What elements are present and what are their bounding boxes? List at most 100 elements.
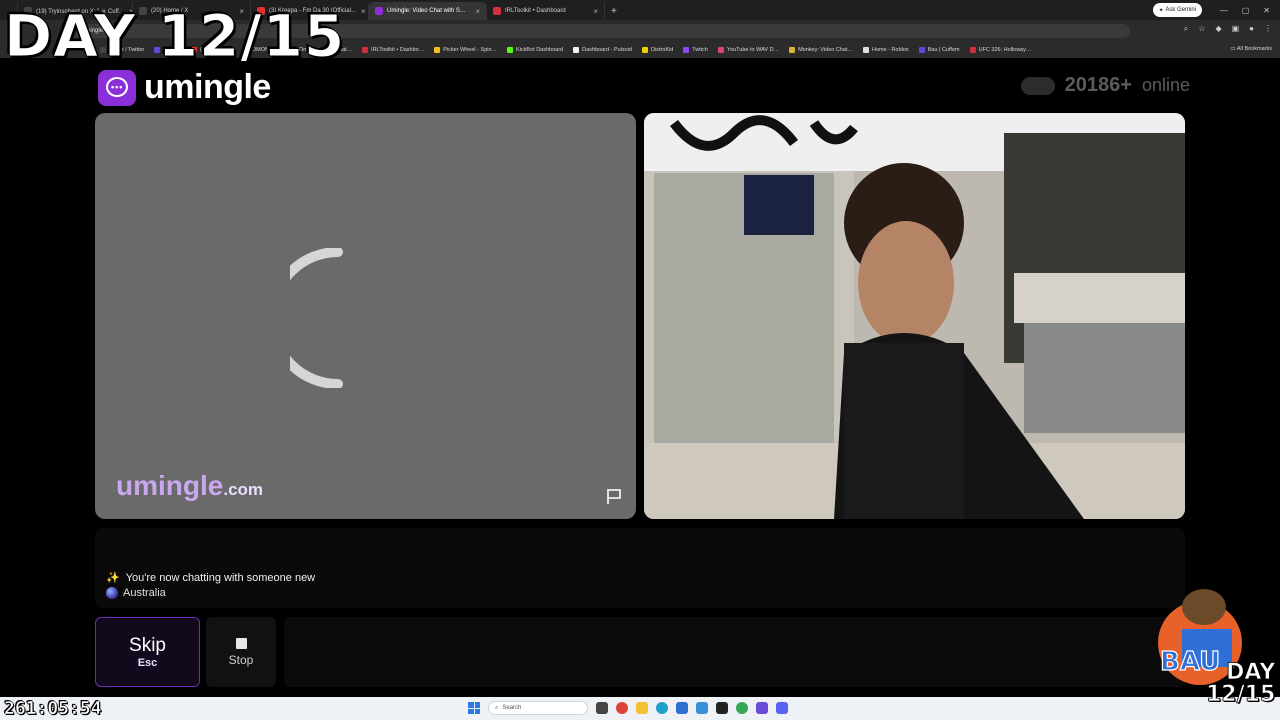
search-label: Search: [502, 705, 522, 711]
ask-gemini-label: Ask Gemini: [1165, 7, 1196, 13]
bookmark-item[interactable]: Picker Wheel - Spin…: [434, 46, 498, 53]
bookmark-icon: [434, 46, 441, 53]
badge-day-text: DAY 12/15: [1206, 660, 1276, 707]
watermark-domain: .com: [223, 480, 264, 499]
umingle-icon: [375, 7, 383, 15]
online-label: online: [1141, 75, 1190, 95]
window-controls: — ▢ ✕: [1220, 0, 1280, 20]
app-icon[interactable]: [756, 702, 768, 714]
tab-label: IRLToolkit • Dashboard: [505, 8, 566, 14]
watermark-name: umingle: [116, 470, 224, 501]
loading-spinner-icon: [290, 248, 343, 388]
close-icon[interactable]: ×: [593, 7, 598, 16]
bookmark-icon: [969, 46, 976, 53]
umingle-logo[interactable]: ••• umingle: [98, 68, 271, 107]
online-indicator: 20186+ online: [1020, 74, 1190, 97]
close-icon[interactable]: ×: [475, 7, 480, 16]
bookmark-item[interactable]: Dashboard - Pulsoid: [573, 46, 632, 53]
bookmark-icon: [918, 46, 925, 53]
bookmark-icon: [683, 46, 690, 53]
extensions-puzzle-icon[interactable]: ▣: [1232, 24, 1240, 34]
badge-day-label: DAY: [1226, 660, 1276, 685]
badge-day-count: 12/15: [1206, 682, 1276, 707]
bookmark-item[interactable]: DistroKid: [641, 46, 674, 53]
stranger-country: Australia: [106, 587, 166, 599]
zoom-icon[interactable]: ⌕: [1184, 24, 1188, 34]
bookmark-item[interactable]: Monkey: Video Chat…: [789, 46, 853, 53]
day-counter-overlay: DAY 12/15: [3, 2, 346, 70]
extension-icon[interactable]: ◆: [1215, 24, 1221, 34]
bookmark-label: Bau | Cuffem: [927, 46, 960, 53]
ask-gemini-button[interactable]: ✦ Ask Gemini: [1152, 3, 1202, 17]
bookmark-item[interactable]: YouTube to WAV D…: [717, 46, 779, 53]
theme-toggle[interactable]: [1020, 76, 1055, 95]
taskbar-search[interactable]: ⌕ Search: [488, 701, 588, 715]
chat-log: [95, 528, 1185, 608]
self-camera-video: [644, 113, 1185, 519]
irltoolkit-icon: [493, 7, 501, 15]
bookmark-icon: [641, 46, 648, 53]
skip-label: Skip: [129, 635, 166, 656]
skip-button[interactable]: Skip Esc: [95, 617, 200, 687]
app-icon[interactable]: [676, 702, 688, 714]
sparkles-icon: ✨: [106, 572, 120, 584]
bookmark-star-icon[interactable]: ☆: [1198, 24, 1205, 34]
all-bookmarks-label: All Bookmarks: [1236, 46, 1272, 52]
chat-status-message: ✨ You're now chatting with someone new: [106, 571, 316, 585]
bookmark-label: Dashboard - Pulsoid: [582, 46, 632, 53]
logo-text: umingle: [144, 68, 271, 106]
online-count: 20186+: [1064, 74, 1132, 96]
bookmark-label: Home - Roblox: [872, 46, 909, 53]
app-icon[interactable]: [716, 702, 728, 714]
message-input[interactable]: [284, 617, 1185, 687]
file-explorer-icon[interactable]: [636, 702, 648, 714]
neon-sign: [744, 175, 814, 235]
bookmark-item[interactable]: IRLToolkit • Dashbo…: [362, 46, 425, 53]
bookmark-label: IRLToolkit • Dashbo…: [371, 46, 425, 53]
sparkle-icon: ✦: [1158, 7, 1166, 14]
windows-start-icon[interactable]: [468, 702, 480, 714]
bookmark-icon: [362, 46, 369, 53]
globe-icon: [106, 587, 118, 599]
tab-5[interactable]: IRLToolkit • Dashboard ×: [487, 2, 605, 20]
edge-icon[interactable]: [656, 702, 668, 714]
close-window-icon[interactable]: ✕: [1263, 6, 1270, 15]
report-flag-icon[interactable]: [605, 487, 623, 505]
bookmark-label: Monkey: Video Chat…: [798, 46, 853, 53]
bookmark-label: UFC 326: Holloway…: [978, 46, 1032, 53]
discord-icon[interactable]: [776, 702, 788, 714]
tab-label: Umingle: Video Chat with S…: [387, 8, 466, 14]
bookmark-icon: [507, 46, 514, 53]
bookmark-item[interactable]: KickBot Dashboard: [507, 46, 564, 53]
skip-shortcut: Esc: [137, 657, 158, 669]
bookmark-icon: [789, 46, 796, 53]
bookmark-item[interactable]: Bau | Cuffem: [918, 46, 960, 53]
profile-avatar[interactable]: ●: [1249, 24, 1254, 34]
tab-umingle[interactable]: Umingle: Video Chat with S… ×: [369, 2, 487, 20]
bookmark-item[interactable]: UFC 326: Holloway…: [969, 46, 1032, 53]
bookmark-label: Picker Wheel - Spin…: [443, 46, 498, 53]
bookmark-label: KickBot Dashboard: [516, 46, 564, 53]
new-tab-button[interactable]: +: [605, 2, 623, 20]
bookmark-item[interactable]: Twitch: [683, 46, 708, 53]
stream-timer: 261:05:54: [4, 698, 102, 720]
chat-bubble-icon: •••: [98, 69, 136, 106]
minimize-icon[interactable]: —: [1220, 6, 1228, 15]
stop-label: Stop: [228, 652, 254, 667]
stop-icon: [235, 637, 247, 649]
chrome-icon[interactable]: [736, 702, 748, 714]
umingle-watermark: umingle.com: [116, 470, 263, 502]
bookmark-item[interactable]: Home - Roblox: [863, 46, 909, 53]
country-name: Australia: [123, 587, 166, 599]
menu-icon[interactable]: ⋮: [1264, 24, 1272, 34]
close-icon[interactable]: ×: [361, 7, 366, 16]
status-text: You're now chatting with someone new: [125, 571, 316, 584]
app-icon[interactable]: [696, 702, 708, 714]
task-view-icon[interactable]: [596, 702, 608, 714]
all-bookmarks-button[interactable]: ▭ All Bookmarks: [1230, 41, 1272, 58]
bookmark-label: Twitch: [692, 46, 708, 53]
maximize-icon[interactable]: ▢: [1242, 6, 1250, 15]
stop-button[interactable]: Stop: [206, 617, 276, 687]
bookmark-label: DistroKid: [650, 46, 674, 53]
chrome-icon[interactable]: [616, 702, 628, 714]
